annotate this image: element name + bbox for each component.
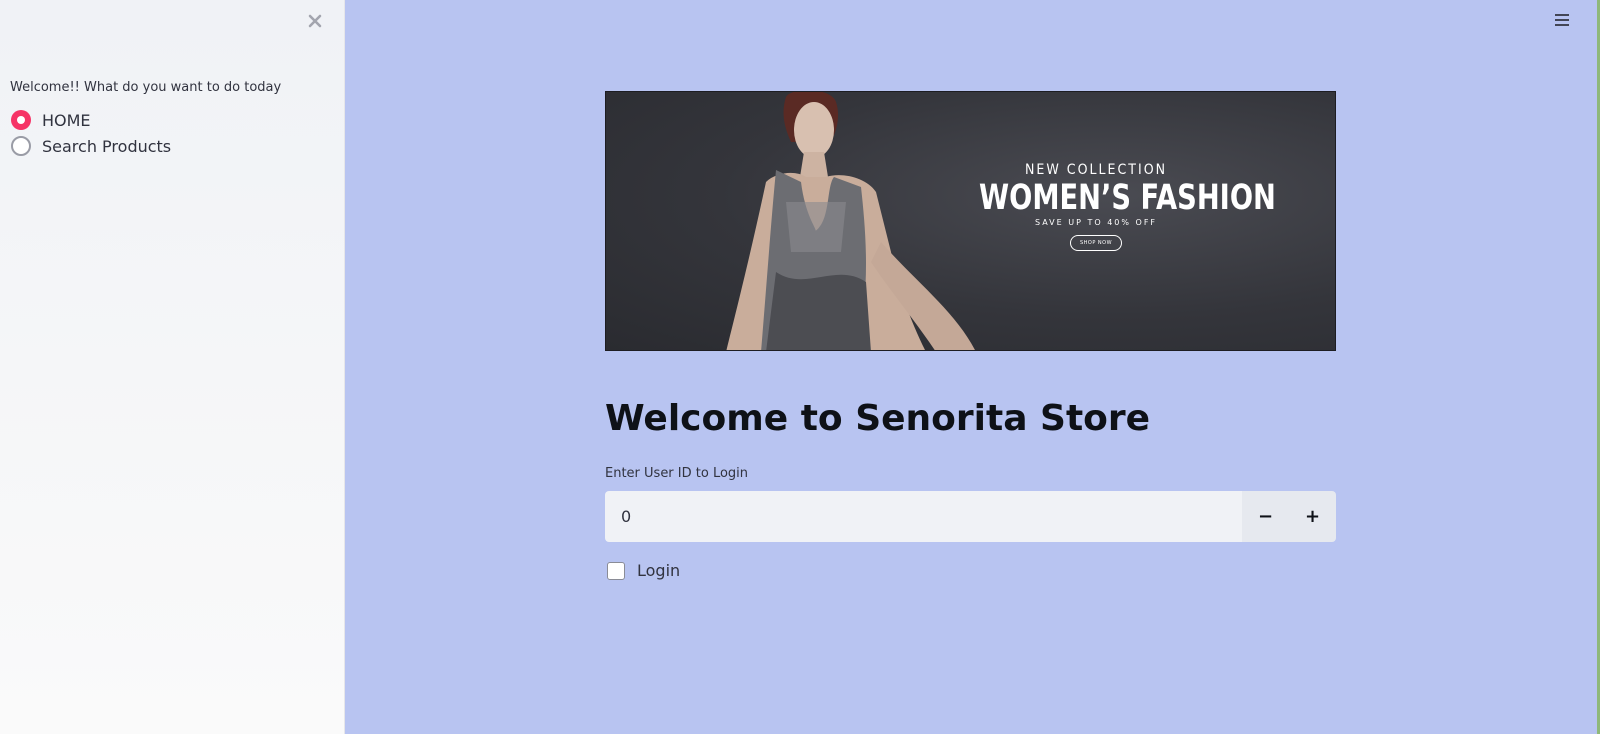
page-title: Welcome to Senorita Store [605,398,1151,439]
login-checkbox-label: Login [637,561,681,580]
main-content: NEW COLLECTION WOMEN’S FASHION SAVE UP T… [345,0,1600,734]
login-checkbox-row[interactable]: Login [607,561,680,580]
banner-title: WOMEN’S FASHION [979,178,1276,218]
sidebar: Welcome!! What do you want to do today H… [0,0,345,734]
navigation-radio-group: HOME Search Products [11,107,171,159]
radio-unselected-icon[interactable] [11,136,31,156]
sidebar-prompt: Welcome!! What do you want to do today [10,80,282,95]
radio-option-home[interactable]: HOME [11,107,171,133]
decrement-button[interactable]: − [1242,491,1289,542]
banner-tagline: SAVE UP TO 40% OFF [1034,218,1158,227]
user-id-number-input: − + [605,491,1336,542]
banner-text-block: NEW COLLECTION WOMEN’S FASHION SAVE UP T… [946,162,1276,251]
close-icon[interactable] [304,10,326,32]
banner-subtitle: NEW COLLECTION [1024,162,1168,178]
user-id-field[interactable] [605,491,1242,542]
user-id-label: Enter User ID to Login [605,466,749,481]
radio-label-home: HOME [42,110,91,130]
radio-label-search-products: Search Products [42,136,172,156]
fashion-banner-image: NEW COLLECTION WOMEN’S FASHION SAVE UP T… [605,91,1336,351]
radio-selected-icon[interactable] [11,110,31,130]
radio-option-search-products[interactable]: Search Products [11,133,171,159]
increment-button[interactable]: + [1289,491,1336,542]
login-checkbox[interactable] [607,561,625,580]
banner-shop-now-button[interactable]: SHOP NOW [1070,235,1122,251]
app-window: Welcome!! What do you want to do today H… [0,0,1600,734]
hamburger-menu-icon[interactable] [1552,10,1572,30]
